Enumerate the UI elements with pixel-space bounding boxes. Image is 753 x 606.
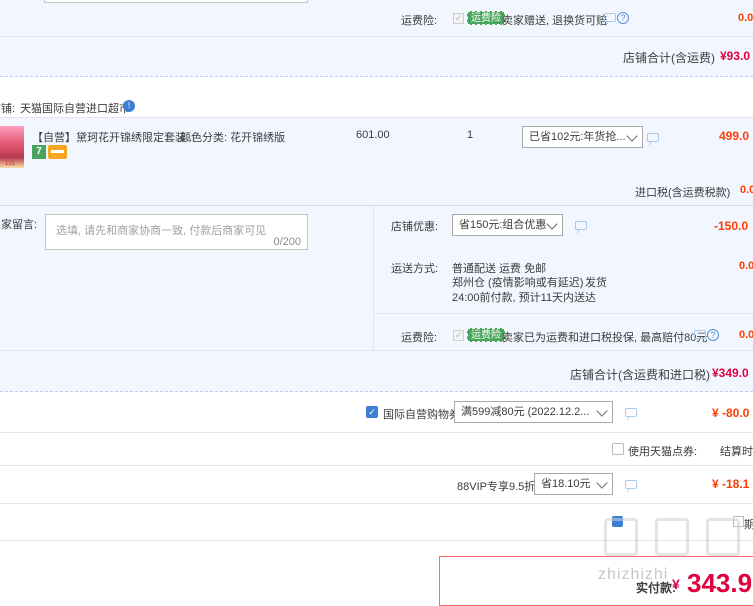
store-name[interactable]: 天猫国际自营进口超市 [20, 100, 130, 116]
shipping-line2-tail: 发货 [585, 277, 607, 289]
vip-row: 88VIP专享9.5折 省18.10元 ¥ -18.1 [0, 466, 753, 504]
chevron-down-icon [626, 130, 638, 142]
chat-icon[interactable] [604, 13, 616, 22]
tmall-points-row: 使用天猫点券: 结算时扣 [0, 433, 753, 466]
item-variant: 颜色分类: 花开锦绣版 [180, 132, 286, 144]
store-discount-amount: -150.0 [714, 219, 749, 233]
chevron-down-icon [596, 405, 608, 417]
item-row: 121 【自营】黛珂花开锦绣限定套装... 颜色分类: 花开锦绣版 7 601.… [0, 117, 753, 205]
options-divider [374, 313, 753, 314]
message-textarea[interactable]: 选填, 请先和商家协商一致, 付款后商家可见 0/200 [45, 214, 308, 250]
import-tax-label: 进口税(含运费税款) [635, 187, 731, 199]
item-price: 601.00 [356, 129, 390, 141]
vip-select[interactable]: 省18.10元 [534, 473, 613, 495]
store-discount-select[interactable]: 省150元:组合优惠 [452, 214, 563, 236]
thumb-label: 121 [5, 161, 16, 167]
store-label: 店铺: [0, 103, 16, 115]
tmall-points-checkbox[interactable] [612, 443, 624, 455]
pay-value: 343.90 [687, 568, 753, 598]
import-tax-value: 0.0 [740, 184, 753, 196]
coupon-amount: ¥ -80.0 [712, 406, 750, 420]
store-total2-row: 店铺合计(含运费和进口税) ¥349.0 [0, 350, 753, 392]
insurance-tag: 运费险 [467, 11, 505, 25]
item-title[interactable]: 【自营】黛珂花开锦绣限定套装... [32, 129, 195, 145]
help-icon[interactable]: ? [617, 12, 629, 24]
message-placeholder: 选填, 请先和商家协商一致, 付款后商家可见 [56, 225, 267, 237]
coupon-checkbox[interactable]: ✓ [366, 406, 378, 418]
top-insurance-row: 运费险: ✓ 运费险 卖家赠送, 退换货可赔 ? 0.0 [0, 0, 753, 37]
chat-icon[interactable] [575, 221, 587, 230]
store-badge-icon: ! [123, 100, 135, 112]
shipping-label: 运送方式: [391, 263, 439, 275]
vip-label: 88VIP专享9.5折 [457, 481, 536, 493]
order-options-block: 卖家留言: 选填, 请先和商家协商一致, 付款后商家可见 0/200 店铺优惠:… [0, 205, 753, 351]
watermark-logo [600, 512, 753, 562]
chevron-down-icon [546, 218, 558, 230]
store-total-row: 店铺合计(含运费) ¥93.0 [0, 37, 753, 77]
insurance2-label: 运费险: [401, 332, 438, 344]
insurance2-checkbox[interactable]: ✓ [453, 330, 464, 341]
seven-day-return-icon: 7 [32, 145, 46, 159]
vip-amount: ¥ -18.1 [712, 477, 750, 491]
item-subtotal: 499.0 [719, 129, 750, 143]
insurance-label: 运费险: [401, 15, 438, 27]
insurance-amount: 0.0 [738, 12, 753, 24]
shipping-amount: 0.0 [739, 260, 753, 272]
tmall-points-label: 使用天猫点券: [628, 446, 698, 458]
item-quantity: 1 [467, 129, 474, 141]
card-payment-icon [48, 145, 67, 159]
tmall-points-right: 结算时扣 [720, 446, 753, 458]
coupon-select[interactable]: 满599减80元 (2022.12.2... [454, 401, 613, 423]
insurance-desc: 卖家赠送, 退换货可赔 [502, 15, 608, 27]
store-total-label: 店铺合计(含运费) [623, 51, 715, 65]
pay-box: 实付款: ¥ 343.90 [439, 556, 753, 606]
help-icon[interactable]: ? [707, 329, 719, 341]
top-textarea-remnant [44, 0, 308, 3]
message-counter: 0/200 [273, 236, 301, 248]
message-label: 卖家留言: [0, 219, 38, 231]
store-total2-value: ¥349.0 [712, 366, 749, 380]
coupon-label: 国际自营购物券 [383, 409, 460, 421]
item-thumbnail[interactable]: 121 [0, 126, 24, 168]
store-header: 店铺: 天猫国际自营进口超市 ! [0, 77, 753, 117]
store-total-value: ¥93.0 [720, 49, 751, 63]
chat-icon[interactable] [647, 133, 659, 142]
chat-icon[interactable] [694, 330, 706, 339]
coupon-row: ✓ 国际自营购物券 满599减80元 (2022.12.2... ¥ -80.0 [0, 392, 753, 433]
pay-currency: ¥ [672, 576, 680, 592]
chat-icon[interactable] [625, 408, 637, 417]
insurance2-desc: 卖家已为运费和进口税投保, 最高赔付80元 [502, 332, 708, 344]
shipping-line3: 24:00前付款, 预计11天内送达 [452, 292, 597, 304]
insurance-checkbox[interactable]: ✓ [453, 13, 464, 24]
insurance2-tag: 运费险 [467, 328, 505, 342]
chevron-down-icon [596, 477, 608, 489]
chat-icon[interactable] [625, 480, 637, 489]
item-discount-select[interactable]: 已省102元:年货抢... [522, 126, 643, 148]
store-discount-label: 店铺优惠: [391, 221, 439, 233]
watermark-text: zhizhizhi [598, 566, 669, 583]
store-total2-label: 店铺合计(含运费和进口税) [570, 368, 710, 382]
shipping-line2: 郑州仓 (疫情影响或有延迟) [452, 277, 584, 289]
insurance2-amount: 0.0 [739, 329, 753, 341]
